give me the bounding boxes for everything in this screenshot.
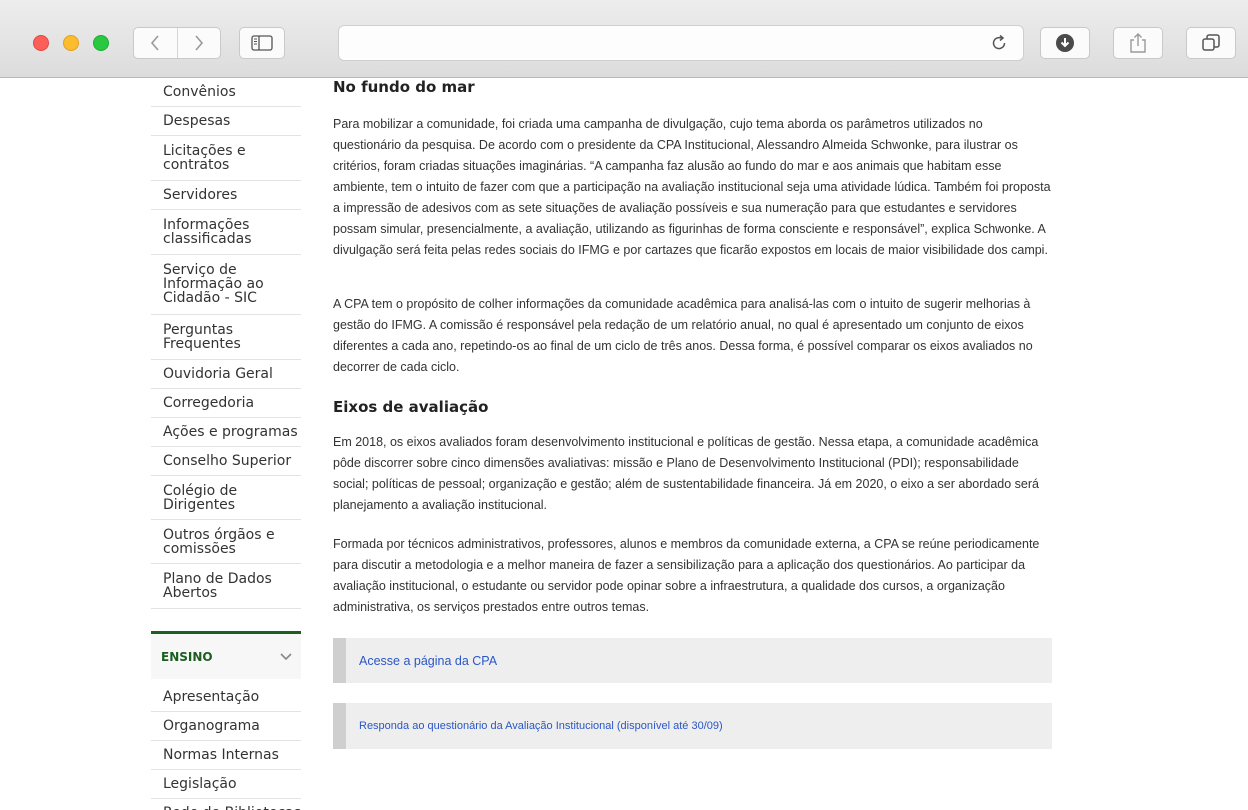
nav-item-sic[interactable]: Serviço de Informação ao Cidadão - SIC (151, 255, 301, 315)
nav-item-perguntas-frequentes[interactable]: Perguntas Frequentes (151, 315, 301, 360)
address-bar[interactable] (338, 25, 1024, 61)
nav-item-colegio-dirigentes[interactable]: Colégio de Dirigentes (151, 476, 301, 520)
paragraph-formada: Formada por técnicos administrativos, pr… (333, 537, 1040, 614)
tabs-icon (1202, 34, 1220, 51)
download-icon (1056, 34, 1074, 52)
nav-item-corregedoria[interactable]: Corregedoria (151, 389, 301, 418)
back-button[interactable] (134, 28, 177, 58)
chevron-right-icon (195, 35, 204, 51)
sidebar-nav: Convênios Despesas Licitações e contrato… (151, 78, 301, 810)
sidebar-icon (251, 35, 273, 51)
sidebar-toggle-button[interactable] (239, 27, 285, 59)
nav-item-acoes-programas[interactable]: Ações e programas (151, 418, 301, 447)
share-icon (1130, 33, 1146, 53)
paragraph-campanha: Para mobilizar a comunidade, foi criada … (333, 117, 1051, 257)
ensino-list: Apresentação Organograma Normas Internas… (151, 683, 301, 810)
ensino-section-header[interactable]: ENSINO (151, 631, 301, 679)
forward-button[interactable] (176, 28, 220, 58)
nav-item-outros-orgaos[interactable]: Outros órgãos e comissões (151, 520, 301, 564)
paragraph-eixos: Em 2018, os eixos avaliados foram desenv… (333, 435, 1039, 512)
nav-item-conselho-superior[interactable]: Conselho Superior (151, 447, 301, 476)
nav-item-licitacoes[interactable]: Licitações e contratos (151, 136, 301, 181)
browser-toolbar (0, 0, 1248, 78)
nav-item-normas-internas[interactable]: Normas Internas (151, 741, 301, 770)
nav-item-legislacao[interactable]: Legislação (151, 770, 301, 799)
nav-item-rede-bibliotecas[interactable]: Rede de Bibliotecas (151, 799, 301, 810)
close-window-button[interactable] (33, 35, 49, 51)
link-questionario-avaliacao[interactable]: Responda ao questionário da Avaliação In… (333, 703, 1052, 749)
nav-item-organograma[interactable]: Organograma (151, 712, 301, 741)
zoom-window-button[interactable] (93, 35, 109, 51)
minimize-window-button[interactable] (63, 35, 79, 51)
paragraph-proposito: A CPA tem o propósito de colher informaç… (333, 297, 1033, 374)
link-pagina-cpa[interactable]: Acesse a página da CPA (333, 638, 1052, 683)
heading-eixos-de-avaliacao: Eixos de avaliação (333, 398, 489, 416)
downloads-button[interactable] (1040, 27, 1090, 59)
nav-item-plano-dados-abertos[interactable]: Plano de Dados Abertos (151, 564, 301, 609)
chevron-left-icon (151, 35, 160, 51)
nav-item-informacoes-classificadas[interactable]: Informações classificadas (151, 210, 301, 255)
chevron-down-icon (280, 652, 292, 660)
nav-item-ouvidoria[interactable]: Ouvidoria Geral (151, 360, 301, 389)
nav-item-despesas[interactable]: Despesas (151, 107, 301, 136)
nav-item-servidores[interactable]: Servidores (151, 181, 301, 210)
share-button[interactable] (1113, 27, 1163, 59)
heading-no-fundo-do-mar: No fundo do mar (333, 78, 475, 96)
back-forward-group (133, 27, 221, 59)
tabs-overview-button[interactable] (1186, 27, 1236, 59)
nav-item-convenios[interactable]: Convênios (151, 78, 301, 107)
reload-icon[interactable] (989, 33, 1009, 53)
ensino-section-title: ENSINO (161, 649, 213, 664)
nav-item-apresentacao[interactable]: Apresentação (151, 683, 301, 712)
